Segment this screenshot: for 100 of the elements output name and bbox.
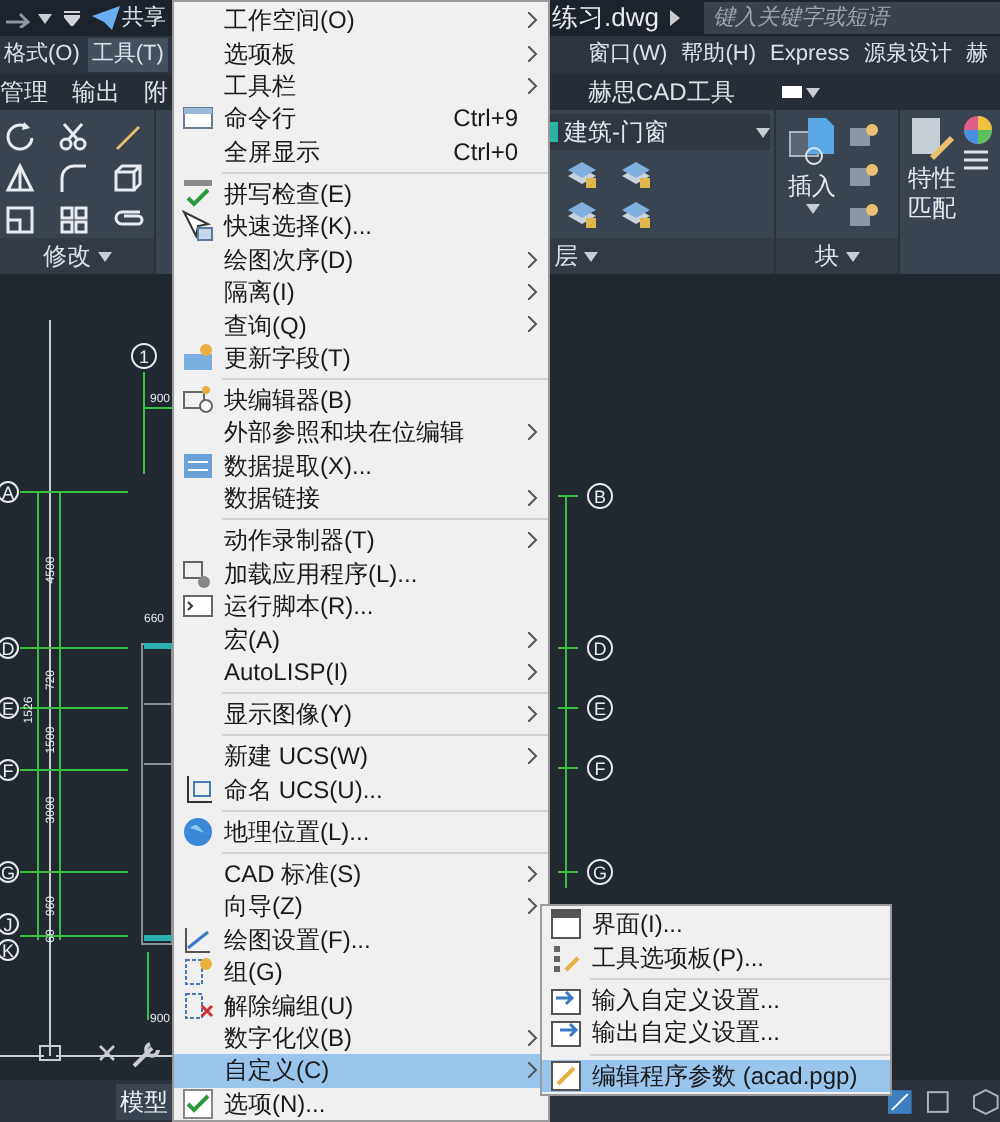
menu-item[interactable]: 数字化仪(B)	[174, 1021, 548, 1055]
panel-title[interactable]: 块	[776, 238, 898, 274]
panel-title[interactable]: 层	[550, 238, 774, 274]
ribbon-tab[interactable]: 输出	[72, 74, 120, 110]
menu-item[interactable]: 查询(Q)	[174, 308, 548, 342]
axes-icon	[182, 923, 214, 956]
insert-button[interactable]: 插入	[776, 110, 848, 238]
table-icon	[182, 449, 214, 482]
caret-icon	[845, 251, 859, 261]
block-insert-icon	[788, 116, 836, 168]
menu-item[interactable]: 命令行 Ctrl+9	[174, 102, 548, 136]
layer-lock-icon[interactable]	[566, 158, 598, 190]
model-tab[interactable]: 模型	[116, 1083, 172, 1119]
globe-icon	[182, 815, 214, 848]
menu-item[interactable]: 编辑程序参数 (acad.pgp)	[542, 1059, 890, 1092]
menu-item[interactable]: 显示图像(Y)	[174, 697, 548, 731]
lineweight-icon[interactable]	[964, 150, 988, 170]
layer-dropdown[interactable]: 建筑-门窗	[550, 114, 770, 150]
caret-icon	[756, 127, 770, 137]
menu-item[interactable]: 向导(Z)	[174, 890, 548, 924]
ribbon-tab[interactable]: 赫思CAD工具	[588, 74, 735, 110]
menu-item[interactable]: 工作空间(O)	[174, 4, 548, 37]
menu-item[interactable]: 选项板	[174, 36, 548, 70]
menu-bar-item[interactable]: 格式(O)	[0, 38, 84, 72]
menu-item[interactable]: AutoLISP(I)	[174, 655, 548, 689]
match-properties-button[interactable]: 特性 匹配	[908, 116, 956, 274]
arrow-icon[interactable]	[670, 10, 681, 26]
menu-item[interactable]: 外部参照和块在位编辑	[174, 416, 548, 450]
menu-bar-item[interactable]: 窗口(W)	[584, 38, 672, 72]
menu-item[interactable]: 数据提取(X)...	[174, 449, 548, 483]
axis-bubble: E	[587, 695, 613, 721]
menu-item[interactable]: 选项(N)...	[174, 1087, 548, 1120]
menu-bar-item[interactable]: 帮助(H)	[677, 38, 760, 72]
menu-bar-item[interactable]: 工具(T)	[87, 38, 168, 72]
layer-unlock-icon[interactable]	[566, 198, 598, 230]
menu-item[interactable]: 快速选择(K)...	[174, 210, 548, 244]
menu-item[interactable]: 绘图设置(F)...	[174, 923, 548, 957]
square-icon[interactable]	[924, 1087, 953, 1115]
menu-item[interactable]: 地理位置(L)...	[174, 815, 548, 849]
triangle-icon[interactable]	[4, 162, 36, 194]
menu-item[interactable]: 工具栏	[174, 69, 548, 103]
color-wheel-icon[interactable]	[964, 116, 992, 144]
console-icon	[182, 102, 214, 135]
menu-item[interactable]: 拼写检查(E)	[174, 177, 548, 211]
axis-bubble: B	[587, 483, 613, 509]
menu-item[interactable]: 加载应用程序(L)...	[174, 557, 548, 590]
menu-item[interactable]: 全屏显示 Ctrl+0	[174, 135, 548, 168]
cube-icon[interactable]	[972, 1087, 1000, 1115]
menu-item[interactable]: 组(G)	[174, 956, 548, 989]
menu-bar-item[interactable]: 赫	[961, 38, 992, 72]
menu-item[interactable]: 动作录制器(T)	[174, 524, 548, 558]
menu-item[interactable]: 新建 UCS(W)	[174, 740, 548, 773]
block-icon	[182, 384, 214, 417]
menu-bar-item[interactable]: 源泉设计	[859, 38, 956, 72]
menu-item[interactable]: 运行脚本(R)...	[174, 589, 548, 623]
menu-item[interactable]: 输入自定义设置...	[542, 983, 890, 1017]
dropdown-icon[interactable]	[64, 10, 80, 26]
checkbox-icon	[182, 1087, 214, 1120]
menu-item[interactable]: 绘图次序(D)	[174, 243, 548, 276]
grid-icon[interactable]	[58, 204, 90, 236]
menu-item[interactable]: 命名 UCS(U)...	[174, 773, 548, 806]
ungroup-icon	[182, 989, 214, 1022]
arc-icon[interactable]	[58, 162, 90, 194]
axis-bubble: A	[0, 481, 19, 503]
axis-bubble: F	[0, 759, 19, 781]
paper-plane-icon[interactable]	[92, 6, 120, 30]
snap-icon[interactable]	[885, 1087, 913, 1115]
block-edit-icon[interactable]	[848, 120, 880, 152]
menu-item[interactable]: 隔离(I)	[174, 275, 548, 309]
group-icon	[182, 956, 214, 989]
close-icon[interactable]	[98, 1044, 116, 1062]
search-field[interactable]: 键入关键字或短语	[704, 2, 1000, 34]
menu-item[interactable]: 界面(I)...	[542, 908, 890, 941]
scissors-icon[interactable]	[58, 120, 90, 152]
menu-item[interactable]: 解除编组(U)	[174, 988, 548, 1022]
redo-icon[interactable]	[4, 8, 32, 28]
menu-item[interactable]: 更新字段(T)	[174, 341, 548, 375]
application-icon	[182, 557, 214, 590]
block-attribute-icon[interactable]	[848, 160, 880, 192]
axis-bubble: D	[587, 635, 613, 661]
wrench-icon[interactable]	[132, 1042, 160, 1068]
layer-merge-icon[interactable]	[620, 198, 652, 230]
menu-bar-item[interactable]: Express	[766, 38, 854, 72]
menu-item[interactable]: CAD 标准(S)	[174, 857, 548, 891]
caret-icon	[97, 251, 111, 261]
rotate-icon[interactable]	[4, 120, 36, 152]
share-button[interactable]: 共享	[122, 1, 166, 35]
block-check-icon[interactable]	[848, 200, 880, 232]
tab-options-button[interactable]	[782, 86, 821, 98]
ribbon-tab[interactable]: 附	[144, 74, 168, 110]
menu-item[interactable]: 块编辑器(B)	[174, 383, 548, 417]
panel-title[interactable]: 修改	[0, 238, 154, 274]
menu-item[interactable]: 输出自定义设置...	[542, 1016, 890, 1050]
window-icon	[550, 908, 582, 941]
axis-bubble: G	[0, 861, 19, 883]
layer-stack-icon[interactable]	[620, 158, 652, 190]
ribbon-tab[interactable]: 管理	[0, 74, 48, 110]
menu-item[interactable]: 工具选项板(P)...	[542, 940, 890, 974]
menu-item[interactable]: 数据链接	[174, 482, 548, 515]
menu-item[interactable]: 宏(A)	[174, 622, 548, 656]
